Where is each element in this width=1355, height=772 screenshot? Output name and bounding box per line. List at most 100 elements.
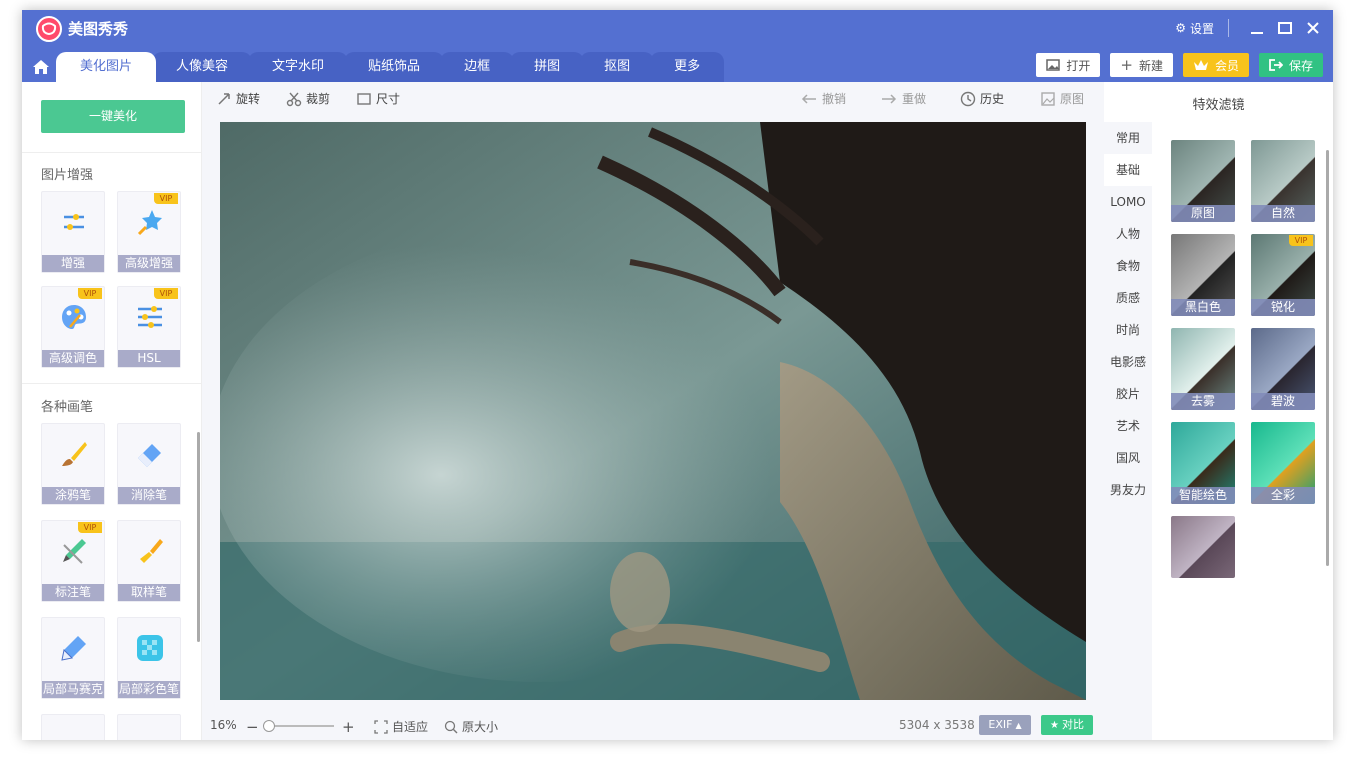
rotate-button[interactable]: 旋转 xyxy=(216,90,260,107)
tool-label: 标注笔 xyxy=(42,584,104,601)
crop-button[interactable]: 裁剪 xyxy=(286,90,330,107)
tool-label: 取样笔 xyxy=(118,584,180,601)
tool-hsl[interactable]: VIP HSL xyxy=(117,286,181,368)
category-item-active[interactable]: 基础 xyxy=(1104,154,1152,186)
tab-stickers[interactable]: 贴纸饰品 xyxy=(344,52,445,82)
compare-label: 对比 xyxy=(1061,718,1084,731)
image-icon xyxy=(1046,59,1061,71)
exif-button[interactable]: EXIF ▲ xyxy=(979,715,1031,735)
size-button[interactable]: 尺寸 xyxy=(356,90,400,107)
maximize-icon xyxy=(1278,22,1292,34)
zoom-value: 16% xyxy=(210,718,237,732)
tool-local-color-brush[interactable]: 局部彩色笔 xyxy=(117,617,181,699)
new-button[interactable]: + 新建 xyxy=(1110,53,1173,77)
close-button[interactable] xyxy=(1299,14,1327,42)
vip-button[interactable]: 会员 xyxy=(1182,53,1249,77)
tool-more-2[interactable] xyxy=(117,714,181,740)
undo-button[interactable]: 撤销 xyxy=(800,90,846,107)
tab-collage[interactable]: 拼图 xyxy=(510,52,585,82)
zoom-level: 16% xyxy=(210,718,237,732)
tab-cutout[interactable]: 抠图 xyxy=(580,52,655,82)
tab-border[interactable]: 边框 xyxy=(440,52,515,82)
divider xyxy=(22,152,201,153)
category-item[interactable]: 常用 xyxy=(1104,122,1152,154)
filter-more[interactable] xyxy=(1171,516,1235,578)
section-brush-title: 各种画笔 xyxy=(41,400,94,415)
zoom-slider[interactable] xyxy=(263,720,334,732)
left-scrollbar[interactable] xyxy=(197,432,200,642)
zoom-out-button[interactable]: − xyxy=(246,718,259,736)
paintbrush-icon xyxy=(62,442,87,466)
tool-marker-brush[interactable]: VIP 标注笔 xyxy=(41,520,105,602)
filter-black-white[interactable]: 黑白色 xyxy=(1171,234,1235,316)
tool-enhance[interactable]: 增强 xyxy=(41,191,105,273)
filter-category-list: 常用 基础 LOMO 人物 食物 质感 时尚 电影感 胶片 艺术 国风 男友力 xyxy=(1104,122,1152,740)
right-scrollbar[interactable] xyxy=(1326,150,1329,566)
filter-natural[interactable]: 自然 xyxy=(1251,140,1315,222)
filter-dehaze[interactable]: 去雾 xyxy=(1171,328,1235,410)
home-button[interactable] xyxy=(22,52,60,82)
tool-mosaic-brush[interactable]: 局部马赛克 xyxy=(41,617,105,699)
filter-smart-color[interactable]: 智能绘色 xyxy=(1171,422,1235,504)
category-item[interactable]: 胶片 xyxy=(1104,378,1152,410)
fit-button[interactable]: 自适应 xyxy=(374,718,428,735)
tab-portrait[interactable]: 人像美容 xyxy=(152,52,253,82)
exif-label: EXIF xyxy=(988,718,1013,731)
zoom-slider-thumb[interactable] xyxy=(263,720,275,732)
compare-button[interactable]: ★ 对比 xyxy=(1041,715,1093,735)
filter-blue-wave[interactable]: 碧波 xyxy=(1251,328,1315,410)
maximize-button[interactable] xyxy=(1271,14,1299,42)
palette-icon xyxy=(62,305,86,329)
original-button[interactable]: 原图 xyxy=(1040,90,1084,107)
photo-canvas[interactable] xyxy=(220,122,1086,700)
filter-sharpen[interactable]: VIP 锐化 xyxy=(1251,234,1315,316)
tool-label: HSL xyxy=(118,350,180,367)
tool-eraser-brush[interactable]: 消除笔 xyxy=(117,423,181,505)
eraser-icon xyxy=(138,444,161,467)
category-item[interactable]: 质感 xyxy=(1104,282,1152,314)
gear-icon: ⚙ xyxy=(1175,21,1186,35)
tool-more-1[interactable] xyxy=(41,714,105,740)
filter-label: 去雾 xyxy=(1171,393,1235,410)
filter-label: 黑白色 xyxy=(1171,299,1235,316)
teal-tool-icon xyxy=(134,729,166,740)
category-item[interactable]: 人物 xyxy=(1104,218,1152,250)
vip-badge: VIP xyxy=(78,522,102,533)
category-item[interactable]: 食物 xyxy=(1104,250,1152,282)
save-label: 保存 xyxy=(1288,58,1313,73)
actual-size-button[interactable]: 原大小 xyxy=(444,718,498,735)
original-label: 原图 xyxy=(1060,92,1085,106)
save-button[interactable]: 保存 xyxy=(1258,53,1323,77)
tool-sample-brush[interactable]: 取样笔 xyxy=(117,520,181,602)
checker-square-icon xyxy=(137,635,163,661)
category-item[interactable]: 国风 xyxy=(1104,442,1152,474)
one-click-beautify-button[interactable]: 一键美化 xyxy=(41,100,185,133)
redo-arrow-icon xyxy=(882,93,897,104)
category-item[interactable]: LOMO xyxy=(1104,186,1152,218)
magic-star-icon xyxy=(137,210,162,236)
history-button[interactable]: 历史 xyxy=(960,90,1004,107)
category-item[interactable]: 电影感 xyxy=(1104,346,1152,378)
tool-advanced-enhance[interactable]: VIP 高级增强 xyxy=(117,191,181,273)
tool-doodle-brush[interactable]: 涂鸦笔 xyxy=(41,423,105,505)
redo-button[interactable]: 重做 xyxy=(880,90,926,107)
tab-text-watermark[interactable]: 文字水印 xyxy=(248,52,349,82)
minimize-button[interactable] xyxy=(1243,14,1271,42)
filter-full-color[interactable]: 全彩 xyxy=(1251,422,1315,504)
category-item[interactable]: 艺术 xyxy=(1104,410,1152,442)
rotate-label: 旋转 xyxy=(236,92,261,106)
settings-button[interactable]: ⚙ 设置 xyxy=(1175,20,1214,37)
filter-original[interactable]: 原图 xyxy=(1171,140,1235,222)
tool-advanced-color[interactable]: VIP 高级调色 xyxy=(41,286,105,368)
category-item[interactable]: 男友力 xyxy=(1104,474,1152,506)
tab-beautify[interactable]: 美化图片 xyxy=(56,52,157,82)
photo-image xyxy=(220,122,1086,700)
tool-label: 局部彩色笔 xyxy=(118,681,180,698)
filter-panel: 特效滤镜 常用 基础 LOMO 人物 食物 质感 时尚 电影感 胶片 艺术 国风… xyxy=(1104,82,1333,740)
main-tabs: 美化图片 人像美容 文字水印 贴纸饰品 边框 拼图 抠图 更多 xyxy=(22,52,725,82)
open-button[interactable]: 打开 xyxy=(1036,53,1101,77)
zoom-in-button[interactable]: + xyxy=(342,718,355,736)
category-item[interactable]: 时尚 xyxy=(1104,314,1152,346)
filter-label: 碧波 xyxy=(1251,393,1315,410)
tab-more[interactable]: 更多 xyxy=(650,52,725,82)
